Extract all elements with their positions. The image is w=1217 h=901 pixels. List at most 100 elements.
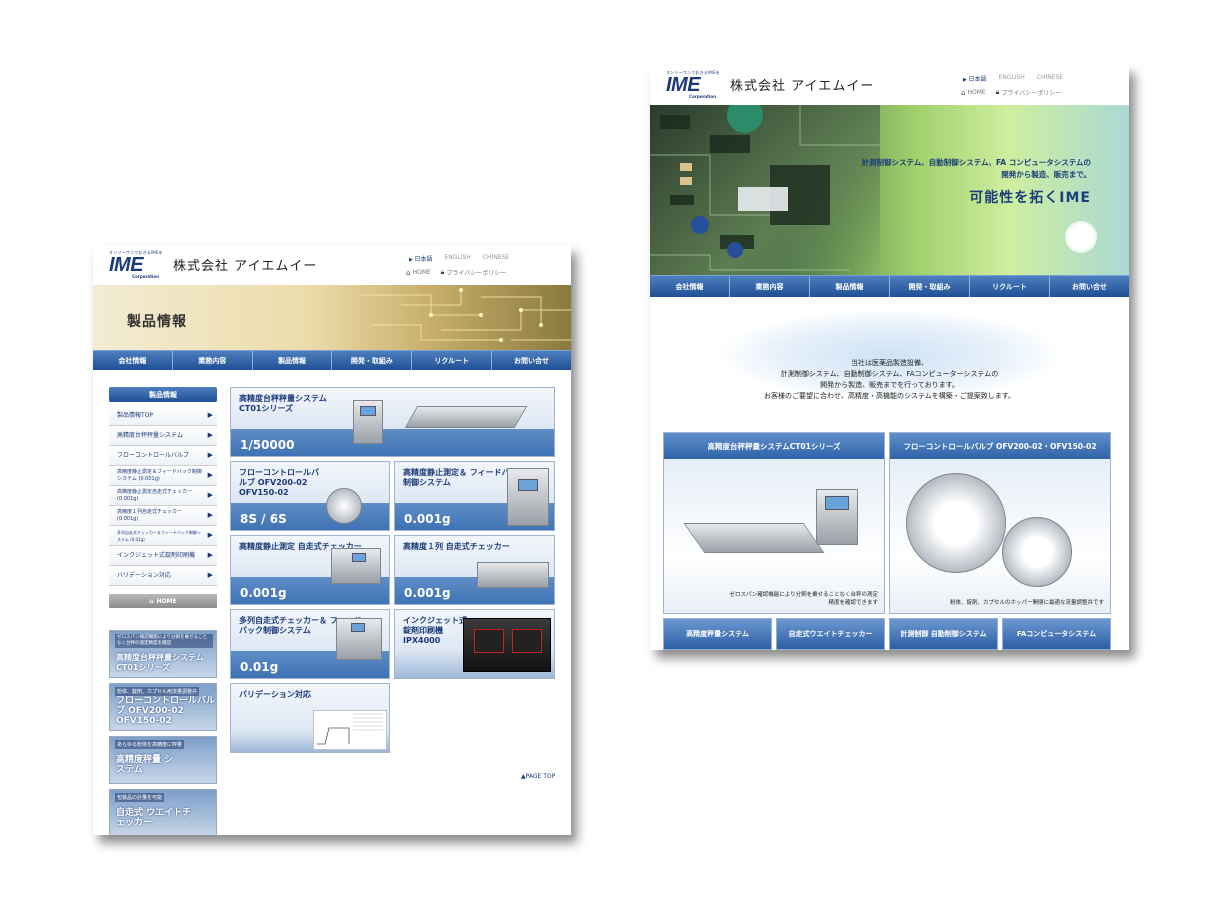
scale-controller-image (816, 489, 858, 545)
header-sublinks: ⌂ HOME 🔒︎ プライバシーポリシー (961, 88, 1061, 97)
sidebar-heading: 製品情報 (109, 387, 217, 402)
product-spec: 8S / 6S (240, 512, 287, 526)
sidebar-item-flow-valve[interactable]: フローコントロールバルブ ▶ (109, 446, 217, 466)
tile-fa-computer[interactable]: FAコンピュータシステム (1002, 618, 1111, 650)
scale-platform-image (404, 406, 528, 428)
lang-english[interactable]: ENGLISH (444, 254, 470, 263)
hero-headline: 可能性を拓くIME (969, 190, 1091, 206)
circuit-board-drawing (650, 105, 880, 271)
promo-banner-scale[interactable]: ゼロスパン確認機能により分銅を乗せることなく台秤の測定精度を確認 高精度台秤秤量… (109, 630, 217, 678)
product-sidebar: 製品情報 製品情報TOP ▶ 高精度台秤秤量システム ▶ フローコントロールバルブ ▶… (109, 387, 217, 608)
sidebar-item-products-top[interactable]: 製品情報TOP ▶ (109, 406, 217, 426)
home-button-label: HOME (156, 597, 177, 605)
lang-english[interactable]: ENGLISH (998, 74, 1024, 83)
promo-caption: 包装品の計量を可能 (115, 793, 165, 802)
sidebar-home-button[interactable]: ⌂ HOME (109, 594, 217, 608)
sidebar-item-label: 製品情報TOP (117, 412, 154, 419)
home-icon: ⌂ (149, 597, 154, 605)
site-header: オンリーワンでおきるIMEを IME Corporation 株式会社 アイエム… (93, 245, 571, 285)
sidebar-item-multi-checker[interactable]: 多列自走式チェッカー＆フィードバック制御システム (0.01g) ▶ (109, 526, 217, 546)
tile-weighing-system[interactable]: 高精度秤量システム (663, 618, 772, 650)
privacy-link[interactable]: 🔒︎ プライバシーポリシー (441, 268, 507, 277)
intro-line: 開発から製造、販売までを行っております。 (820, 381, 959, 389)
lang-japanese[interactable]: 日本語 (963, 74, 986, 83)
nav-contact[interactable]: お問い合せ (492, 351, 571, 370)
nav-recruit[interactable]: リクルート (412, 351, 493, 370)
sidebar-item-label: 高精度台秤秤量システム (117, 432, 183, 439)
circuit-board-image (650, 105, 880, 275)
lang-japanese[interactable]: 日本語 (409, 254, 432, 263)
home-page-screenshot: オンリーワンでおきるIMEを IME Corporation 株式会社 アイエム… (650, 65, 1129, 650)
product-card-validation[interactable]: バリデーション対応 (230, 683, 390, 753)
intro-line: お客様のご要望に合わせ、高精度・高機能のシステムを構築・ご提案致します。 (763, 392, 1016, 400)
lang-chinese[interactable]: CHINESE (1037, 74, 1063, 83)
home-icon: ⌂ (406, 268, 411, 277)
inkjet-printer-image (463, 618, 551, 672)
privacy-link-label: プライバシーポリシー (446, 270, 507, 277)
sidebar-item-label: 高精度静止測定＆フィードバック制御システム (0.001g) (117, 468, 202, 482)
tile-control-system[interactable]: 計測制御 自動制御システム (889, 618, 998, 650)
sidebar-item-single-checker[interactable]: 高精度１列自走式チェッカー (0.001g) ▶ (109, 506, 217, 526)
hero-line-1: 計測制御システム、自動制御システム、FA コンピュータシステムの (861, 158, 1091, 167)
product-card-valve[interactable]: フローコントロールバルブ OFV200-02 OFV150-02 8S / 6S (230, 461, 390, 531)
nav-contact[interactable]: お問い合せ (1050, 276, 1129, 297)
static-checker-image (331, 548, 381, 584)
privacy-link[interactable]: 🔒︎ プライバシーポリシー (996, 88, 1062, 97)
product-card-inkjet[interactable]: インクジェット式 錠剤印刷機 IPX4000 (394, 609, 555, 679)
hero-banner: 計測制御システム、自動制御システム、FA コンピュータシステムの 開発から製造、… (650, 105, 1129, 275)
nav-products[interactable]: 製品情報 (253, 351, 333, 370)
promo-banner-weighing[interactable]: あらゆる粉体を高精度に秤量 高精度秤量 システム (109, 736, 217, 784)
nav-company[interactable]: 会社情報 (93, 351, 173, 370)
light-flare-decoration (1065, 221, 1097, 253)
language-switcher: 日本語 ENGLISH CHINESE (409, 254, 509, 263)
sidebar-item-static-checker[interactable]: 高精度静止測定自走式チェッカー (0.001g) ▶ (109, 486, 217, 506)
lang-chinese[interactable]: CHINESE (483, 254, 509, 263)
single-checker-image (477, 562, 549, 588)
page-title: 製品情報 (127, 314, 187, 330)
product-card-static-checker[interactable]: 高精度静止測定 自走式チェッカー 0.001g (230, 535, 390, 605)
product-card-single-checker[interactable]: 高精度１列 自走式チェッカー 0.001g (394, 535, 555, 605)
sidebar-item-validation[interactable]: バリデーション対応 ▶ (109, 566, 217, 586)
ime-logo[interactable]: オンリーワンでおきるIMEを IME Corporation (666, 70, 722, 100)
nav-business[interactable]: 業務内容 (730, 276, 810, 297)
promo-banner-valve[interactable]: 粉体、錠剤、カプセル用流量調整弁 フローコントロールバルブ OFV200-02 … (109, 683, 217, 731)
logo-mark: IME (109, 254, 144, 276)
product-card-multi-checker[interactable]: 多列自走式チェッカー＆ フィードバック制御システム 0.01g (230, 609, 390, 679)
product-name: 高精度１列 自走式チェッカー (403, 542, 510, 551)
product-name: 高精度台秤秤量システム CT01シリーズ (239, 394, 327, 413)
language-switcher: 日本語 ENGLISH CHINESE (963, 74, 1063, 83)
sidebar-item-static-feedback[interactable]: 高精度静止測定＆フィードバック制御システム (0.001g) ▶ (109, 466, 217, 486)
arrow-right-icon: ▶ (207, 531, 213, 539)
page-top-link[interactable]: ▲PAGE TOP (521, 773, 555, 780)
feature-caption: ゼロスパン確認機能により分銅を乗せることなく台秤の測定精度を確認できます (729, 592, 878, 606)
ime-logo[interactable]: オンリーワンでおきるIMEを IME Corporation (109, 250, 165, 280)
scale-controller-image (353, 400, 383, 444)
product-card-scale[interactable]: 高精度台秤秤量システム CT01シリーズ 1/50000 (230, 387, 555, 457)
arrow-right-icon: ▶ (207, 491, 213, 499)
product-card-static-feedback[interactable]: 高精度静止測定＆ フィードバック制御システム 0.001g (394, 461, 555, 531)
arrow-right-icon: ▶ (207, 451, 213, 459)
promo-title: 高精度台秤秤量システム CT01シリーズ (116, 653, 204, 672)
nav-development[interactable]: 開発・取組み (332, 351, 413, 370)
feature-card-scale[interactable]: 高精度台秤秤量システムCT01シリーズ ゼロスパン確認機能により分銅を乗せること… (663, 432, 885, 614)
nav-products[interactable]: 製品情報 (810, 276, 890, 297)
valve-large-image (906, 473, 1006, 573)
sidebar-item-inkjet[interactable]: インクジェット式錠剤印刷機 ▶ (109, 546, 217, 566)
home-link[interactable]: ⌂ HOME (406, 268, 431, 277)
lock-icon: 🔒︎ (440, 268, 445, 276)
promo-banner-checker[interactable]: 包装品の計量を可能 自走式 ウエイトチェッカー (109, 789, 217, 835)
nav-recruit[interactable]: リクルート (970, 276, 1050, 297)
home-link[interactable]: ⌂ HOME (961, 88, 986, 97)
product-spec: 1/50000 (240, 438, 295, 452)
tile-weight-checker[interactable]: 自走式ウエイトチェッカー (776, 618, 885, 650)
promo-caption: ゼロスパン確認機能により分銅を乗せることなく台秤の測定精度を確認 (115, 634, 213, 648)
promo-title: 高精度秤量 システム (116, 755, 174, 775)
nav-company[interactable]: 会社情報 (650, 276, 730, 297)
promo-caption: 粉体、錠剤、カプセル用流量調整弁 (115, 687, 200, 696)
nav-development[interactable]: 開発・取組み (890, 276, 970, 297)
sidebar-item-scale-system[interactable]: 高精度台秤秤量システム ▶ (109, 426, 217, 446)
nav-business[interactable]: 業務内容 (173, 351, 253, 370)
feature-title: フローコントロールバルブ OFV200-02・OFV150-02 (890, 433, 1110, 459)
feature-card-valve[interactable]: フローコントロールバルブ OFV200-02・OFV150-02 粉体、錠剤、カ… (889, 432, 1111, 614)
product-spec: 0.001g (240, 586, 287, 600)
